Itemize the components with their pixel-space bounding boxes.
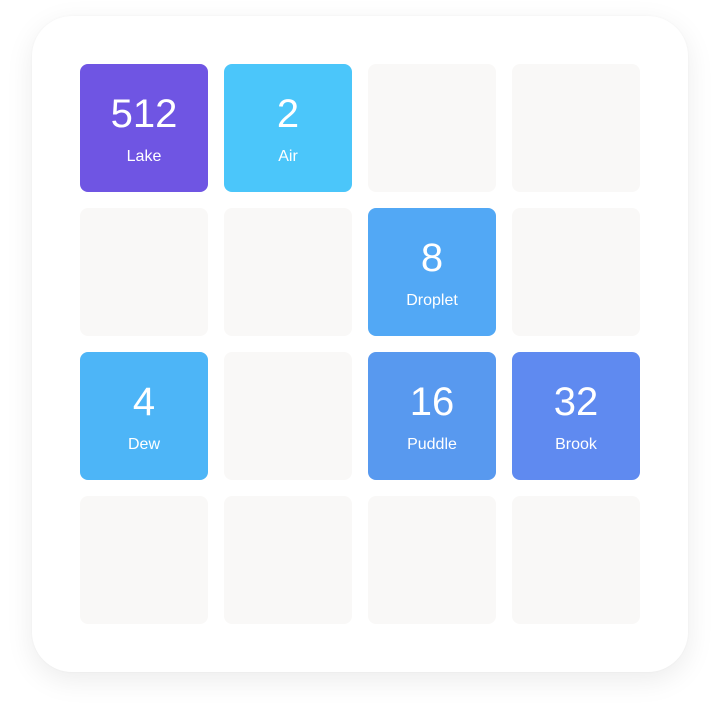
tile-droplet: 8 Droplet bbox=[368, 208, 496, 336]
empty-cell bbox=[224, 496, 352, 624]
tile-value: 16 bbox=[409, 380, 455, 424]
empty-cell bbox=[224, 208, 352, 336]
empty-cell bbox=[80, 208, 208, 336]
tile-value: 4 bbox=[132, 380, 156, 424]
tile-label: Droplet bbox=[406, 292, 458, 309]
tile-value: 2 bbox=[276, 92, 300, 136]
game-board: 512 Lake 2 Air 8 Droplet 4 Dew 16 Puddle 32 Brook bbox=[32, 16, 688, 672]
empty-cell bbox=[368, 496, 496, 624]
empty-cell bbox=[368, 64, 496, 192]
tile-value: 32 bbox=[553, 380, 599, 424]
tile-value: 512 bbox=[110, 92, 178, 136]
tile-air: 2 Air bbox=[224, 64, 352, 192]
empty-cell bbox=[224, 352, 352, 480]
empty-cell bbox=[80, 496, 208, 624]
tile-puddle: 16 Puddle bbox=[368, 352, 496, 480]
tile-label: Air bbox=[278, 148, 298, 165]
tile-brook: 32 Brook bbox=[512, 352, 640, 480]
empty-cell bbox=[512, 496, 640, 624]
empty-cell bbox=[512, 208, 640, 336]
tile-value: 8 bbox=[420, 236, 444, 280]
tile-label: Lake bbox=[126, 148, 162, 165]
tile-label: Puddle bbox=[407, 436, 457, 453]
tile-label: Dew bbox=[127, 436, 160, 453]
tile-dew: 4 Dew bbox=[80, 352, 208, 480]
tile-grid: 512 Lake 2 Air 8 Droplet 4 Dew 16 Puddle 32 Brook bbox=[80, 64, 640, 624]
tile-lake: 512 Lake bbox=[80, 64, 208, 192]
tile-label: Brook bbox=[555, 436, 597, 453]
empty-cell bbox=[512, 64, 640, 192]
